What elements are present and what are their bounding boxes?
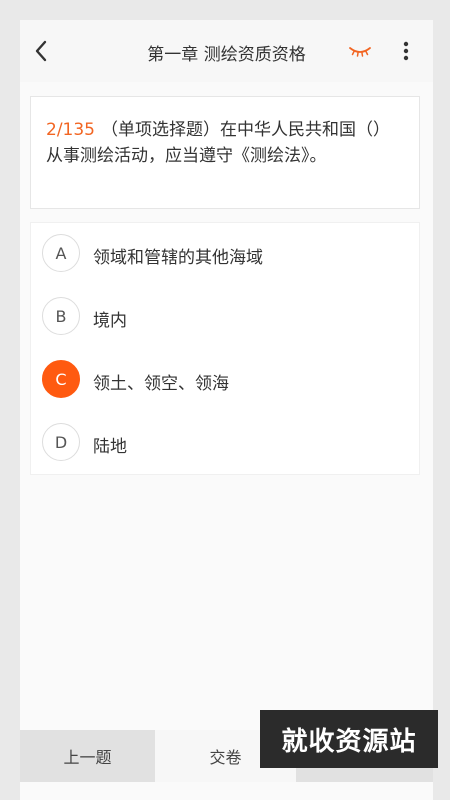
option-a-letter: A [42, 234, 80, 272]
option-b[interactable]: B 境内 [31, 286, 419, 349]
closed-eye-icon [349, 47, 371, 57]
option-c-letter: C [42, 360, 80, 398]
option-a[interactable]: A 领域和管辖的其他海域 [31, 223, 419, 286]
options-list: A 领域和管辖的其他海域 B 境内 C 领土、领空、领海 D 陆地 [30, 222, 420, 475]
page-title: 第一章 测绘资质资格 [147, 45, 306, 65]
prev-question-button[interactable]: 上一题 [20, 730, 155, 782]
question-text: 2/135 （单项选择题）在中华人民共和国（）从事测绘活动，应当遵守《测绘法》。 [46, 117, 403, 169]
option-c[interactable]: C 领土、领空、领海 [31, 349, 419, 412]
option-d-letter: D [42, 423, 80, 461]
option-d[interactable]: D 陆地 [31, 412, 419, 475]
chevron-left-icon [35, 40, 47, 62]
option-b-letter: B [42, 297, 80, 335]
question-counter: 2/135 [46, 120, 95, 140]
option-c-label: 领土、领空、领海 [93, 374, 229, 394]
watermark-badge: 就收资源站 [260, 710, 438, 768]
question-card: 2/135 （单项选择题）在中华人民共和国（）从事测绘活动，应当遵守《测绘法》。 [30, 96, 420, 209]
more-vertical-icon [403, 41, 409, 61]
option-b-label: 境内 [93, 311, 127, 331]
app-frame: 第一章 测绘资质资格 2/135 （单项选择题）在中华人民共和国（）从事测绘活动，… [20, 20, 433, 800]
question-body: （单项选择题）在中华人民共和国（）从事测绘活动，应当遵守《测绘法》。 [46, 120, 390, 166]
option-d-label: 陆地 [93, 437, 127, 457]
header-bar: 第一章 测绘资质资格 [20, 20, 433, 82]
back-button[interactable] [26, 36, 56, 66]
more-menu-button[interactable] [394, 37, 418, 65]
option-a-label: 领域和管辖的其他海域 [93, 248, 263, 268]
eye-toggle-button[interactable] [348, 42, 372, 60]
